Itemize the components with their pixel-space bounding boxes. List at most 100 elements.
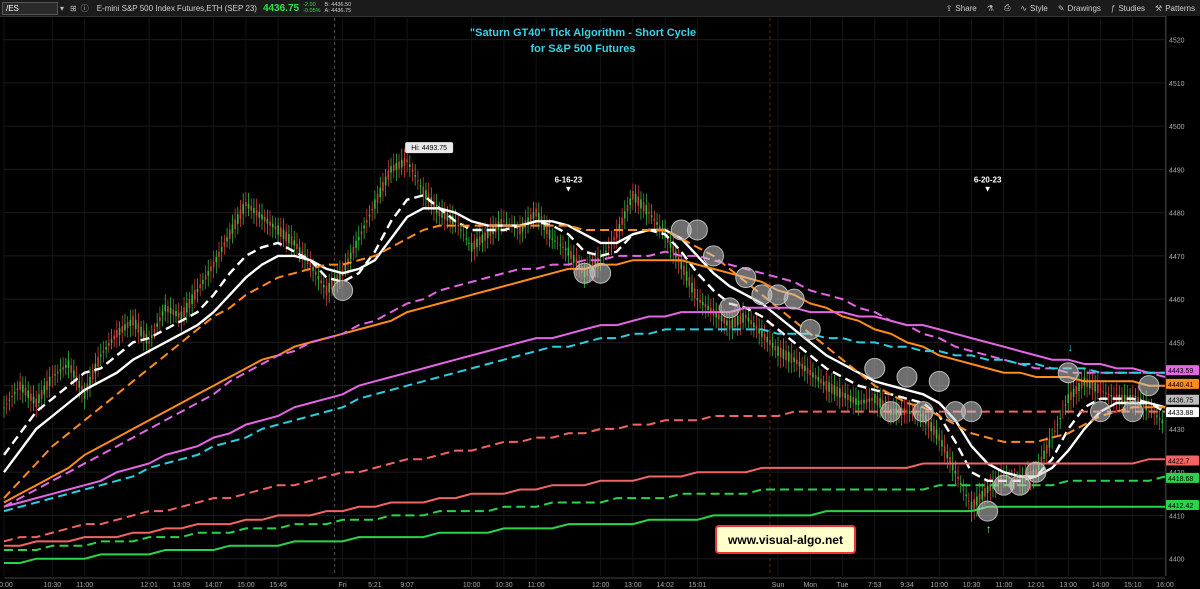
drawings-button[interactable]: ✎ Drawings [1053, 4, 1106, 13]
candle-body [1045, 444, 1048, 454]
flask-icon: ⚗ [986, 3, 994, 13]
candle-body [40, 389, 43, 399]
y-tick-label: 4520 [1169, 38, 1185, 45]
x-tick-label: Sun [772, 582, 785, 589]
series-line-5 [3, 306, 1165, 508]
x-tick-label: 11:00 [76, 582, 93, 589]
candle-body [390, 166, 392, 173]
candle-body [376, 193, 379, 203]
candle-body [228, 229, 231, 240]
candle-body [1102, 391, 1104, 393]
candle-body [615, 230, 618, 239]
candle-body [5, 403, 8, 405]
candle-body [242, 204, 244, 214]
candle-body [290, 236, 293, 246]
signal-marker [977, 500, 999, 522]
style-button[interactable]: ∿ Style [1015, 4, 1053, 13]
candle-body [56, 371, 59, 374]
candle-body [806, 367, 809, 374]
candle-body [417, 180, 419, 182]
candle-body [465, 238, 468, 240]
x-tick-label: 13:09 [173, 582, 191, 589]
signal-marker [719, 297, 741, 319]
symbol-description: E-mini S&P 500 Index Futures,ETH (SEP 23… [96, 3, 257, 13]
candle-body [1078, 383, 1080, 392]
candle-body [744, 314, 747, 319]
series-line-4 [3, 250, 1166, 508]
price-tag-label: 4440.41 [1168, 382, 1193, 389]
print-button[interactable]: ⎙ [999, 3, 1015, 13]
candle-body [640, 199, 642, 209]
plus-icon[interactable]: ⊞ [70, 4, 77, 13]
candle-body [1070, 391, 1072, 400]
candle-body [215, 256, 218, 263]
chevron-down-icon[interactable]: ▾ [60, 4, 64, 13]
patterns-button[interactable]: ⚒ Patterns [1150, 4, 1200, 13]
candle-body [755, 325, 758, 331]
candle-body [43, 385, 46, 395]
candle-body [298, 247, 301, 253]
candle-body [1097, 384, 1099, 393]
candle-body [411, 169, 414, 172]
candle-body [320, 280, 322, 284]
candle-body [126, 322, 129, 329]
candle-body [699, 299, 701, 303]
candle-body [908, 410, 911, 414]
candle-body [65, 364, 67, 368]
candle-body [419, 185, 422, 187]
candle-body [669, 241, 672, 248]
candle-body [981, 490, 984, 500]
candle-body [255, 209, 258, 216]
candle-body [873, 393, 876, 404]
candle-body [19, 381, 21, 390]
session-separators [334, 18, 771, 576]
candle-body [317, 275, 320, 280]
candle-body [656, 222, 658, 225]
price-change: -2.00 -0.05% [303, 2, 321, 14]
down-arrow-icon: ↓ [1068, 342, 1074, 354]
candle-body [204, 275, 207, 280]
price-chart[interactable]: 4400441044204430444044504460447044804490… [0, 16, 1200, 589]
symbol-input[interactable]: /ES [2, 1, 58, 15]
flask-button[interactable]: ⚗ [982, 4, 999, 13]
candle-body [151, 335, 153, 339]
candle-body [564, 248, 567, 251]
candle-body [935, 429, 938, 439]
signal-marker [590, 262, 612, 284]
price-tag-label: 4436.75 [1168, 398, 1193, 405]
candle-body [503, 220, 505, 222]
x-tick-label: 12:00 [592, 582, 610, 589]
candle-body [736, 316, 739, 326]
signal-marker [799, 318, 821, 340]
candle-body [1158, 417, 1161, 420]
candle-body [8, 399, 11, 401]
candle-body [758, 328, 760, 334]
candle-body [723, 318, 726, 324]
candle-body [102, 350, 105, 353]
candle-body [395, 163, 398, 170]
candle-body [406, 159, 408, 163]
x-tick-label: 10:30 [495, 582, 513, 589]
candle-body [137, 323, 140, 333]
candle-body [89, 376, 91, 386]
candle-body [572, 254, 575, 263]
candle-body [556, 242, 559, 244]
candle-body [691, 282, 693, 293]
candle-body [183, 307, 185, 317]
studies-button[interactable]: ƒ Studies [1106, 4, 1150, 13]
candle-body [833, 385, 836, 395]
x-tick-label: 9:07 [400, 582, 414, 589]
patterns-icon: ⚒ [1155, 3, 1163, 13]
candle-body [830, 383, 833, 394]
candle-body [1091, 381, 1094, 390]
share-button[interactable]: ⇪ Share [941, 4, 982, 13]
studies-icon: ƒ [1110, 3, 1116, 13]
candle-body [632, 190, 634, 200]
candle-body [194, 290, 196, 300]
candle-body [384, 176, 387, 186]
candle-body [844, 393, 846, 399]
candle-body [325, 285, 328, 296]
candle-body [38, 394, 40, 403]
candle-body [231, 224, 234, 234]
info-icon[interactable]: ⓘ [81, 3, 89, 14]
